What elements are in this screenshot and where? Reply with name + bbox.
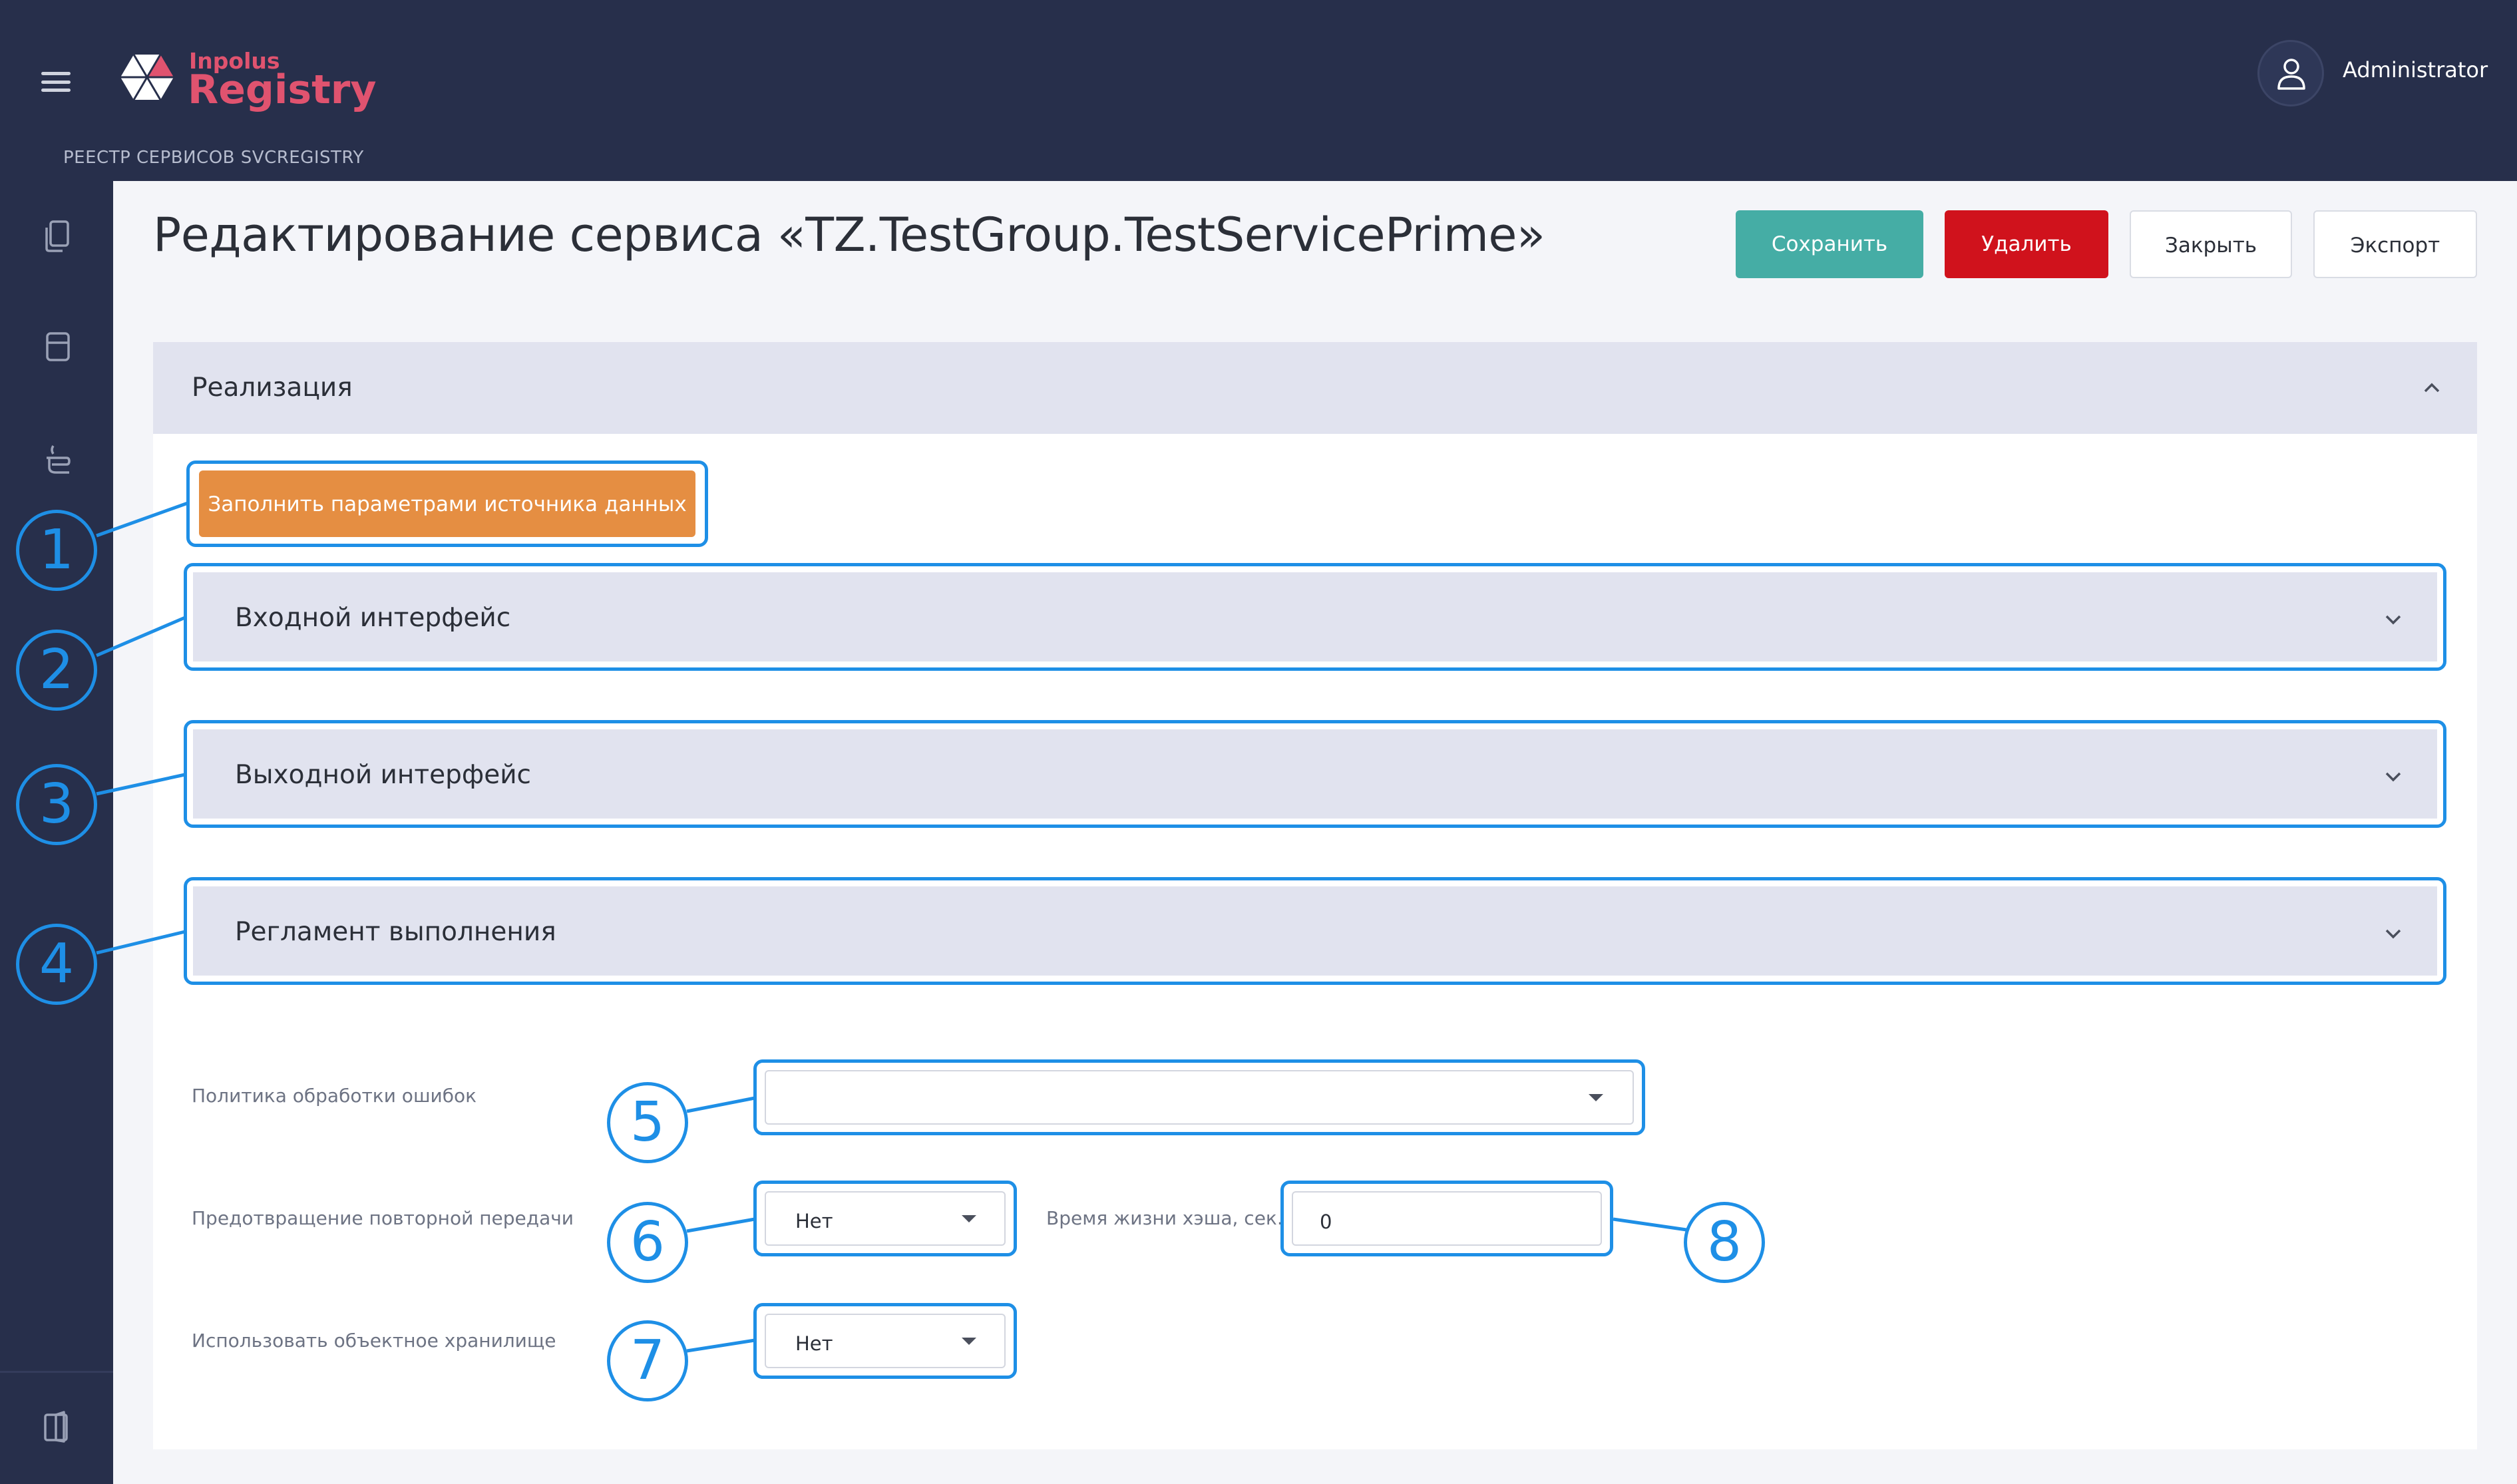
callout-3: 3 bbox=[16, 764, 97, 845]
callout-8: 8 bbox=[1684, 1202, 1765, 1283]
callout-leader-lines bbox=[96, 501, 1687, 1353]
callout-4: 4 bbox=[16, 924, 97, 1005]
callout-1: 1 bbox=[16, 510, 97, 591]
callout-6: 6 bbox=[607, 1202, 688, 1283]
callout-2: 2 bbox=[16, 630, 97, 711]
callout-5: 5 bbox=[607, 1082, 688, 1163]
callout-7: 7 bbox=[607, 1320, 688, 1401]
